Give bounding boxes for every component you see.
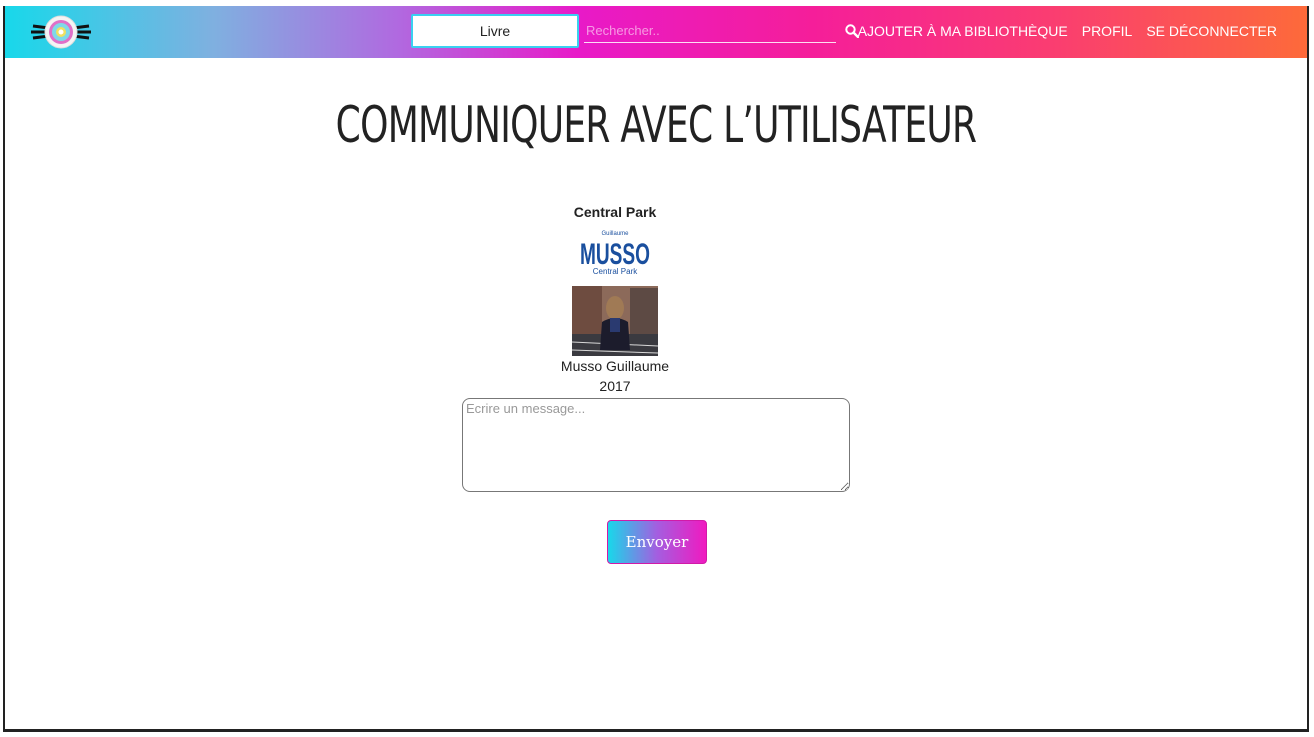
search-input[interactable] bbox=[584, 18, 836, 43]
cover-title: Central Park bbox=[593, 267, 638, 276]
navbar: Livre AJOUTER À MA BIBLIOTHÈQUE PROFIL S… bbox=[5, 6, 1307, 58]
nav-add-to-library[interactable]: AJOUTER À MA BIBLIOTHÈQUE bbox=[858, 23, 1068, 39]
nav-links: AJOUTER À MA BIBLIOTHÈQUE PROFIL SE DÉCO… bbox=[858, 23, 1277, 39]
nav-profile[interactable]: PROFIL bbox=[1082, 23, 1133, 39]
page-title: COMMUNIQUER AVEC L’UTILISATEUR bbox=[335, 96, 977, 154]
book-title: Central Park bbox=[573, 204, 657, 220]
book-card: Central Park Guillaume MUSSO Central Par… bbox=[525, 204, 705, 394]
send-button[interactable]: Envoyer bbox=[607, 520, 707, 564]
book-author: Musso Guillaume bbox=[560, 358, 670, 374]
book-year: 2017 bbox=[599, 378, 631, 394]
category-select-value: Livre bbox=[479, 23, 511, 39]
logo-icon[interactable] bbox=[31, 14, 91, 50]
book-cover: Guillaume MUSSO Central Park bbox=[572, 226, 658, 356]
app-window: Livre AJOUTER À MA BIBLIOTHÈQUE PROFIL S… bbox=[3, 6, 1309, 732]
nav-logout[interactable]: SE DÉCONNECTER bbox=[1146, 23, 1277, 39]
category-select[interactable]: Livre bbox=[411, 14, 579, 48]
cover-author-first: Guillaume bbox=[601, 231, 629, 237]
message-textarea[interactable] bbox=[462, 398, 850, 492]
